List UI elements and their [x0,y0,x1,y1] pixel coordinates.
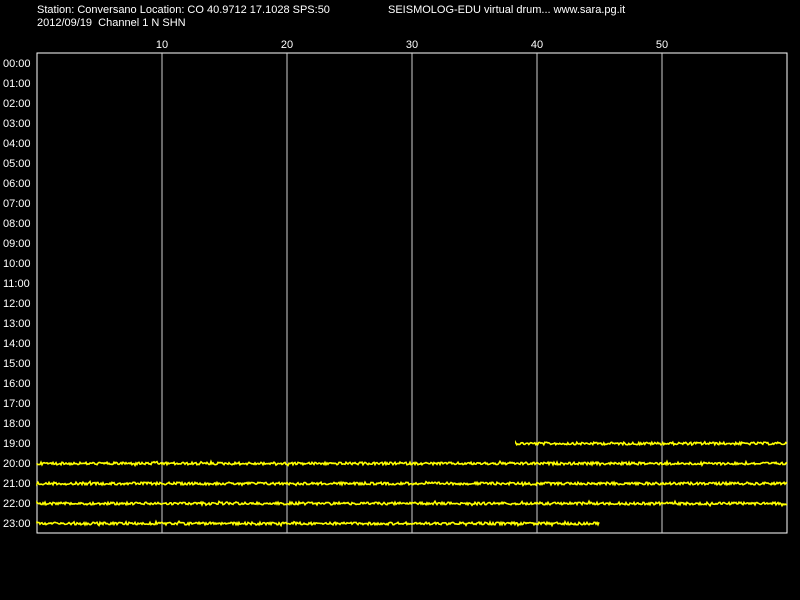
y-tick-label: 00:00 [3,58,31,70]
y-tick-label: 21:00 [3,478,31,490]
y-tick-label: 13:00 [3,318,31,330]
y-tick-label: 20:00 [3,458,31,470]
y-tick-label: 05:00 [3,158,31,170]
x-tick-label: 30 [406,39,418,51]
y-tick-label: 03:00 [3,118,31,130]
y-tick-label: 02:00 [3,98,31,110]
y-tick-label: 18:00 [3,418,31,430]
x-tick-label: 50 [656,39,668,51]
y-tick-label: 11:00 [3,278,30,290]
y-tick-label: 04:00 [3,138,31,150]
x-tick-labels: 10 20 30 40 50 [156,39,668,51]
y-tick-label: 16:00 [3,378,31,390]
y-tick-label: 01:00 [3,78,31,90]
y-tick-label: 17:00 [3,398,31,410]
y-tick-label: 14:00 [3,338,31,350]
x-tick-label: 40 [531,39,543,51]
y-tick-labels: 00:00 01:00 02:00 03:00 04:00 05:00 06:00 07:00… [3,58,31,530]
y-tick-label: 23:00 [3,518,31,530]
y-tick-label: 19:00 [3,438,31,450]
x-tick-label: 20 [281,39,293,51]
y-tick-label: 12:00 [3,298,31,310]
y-tick-label: 09:00 [3,238,31,250]
y-tick-label: 08:00 [3,218,31,230]
y-tick-label: 06:00 [3,178,31,190]
y-tick-label: 07:00 [3,198,31,210]
seismogram-chart: 10 20 30 40 50 00:00 01:00 02:00 03:00 04:00 05:0… [3,39,788,534]
y-tick-label: 22:00 [3,498,31,510]
x-tick-label: 10 [156,39,168,51]
y-tick-label: 15:00 [3,358,31,370]
y-tick-label: 10:00 [3,258,31,270]
